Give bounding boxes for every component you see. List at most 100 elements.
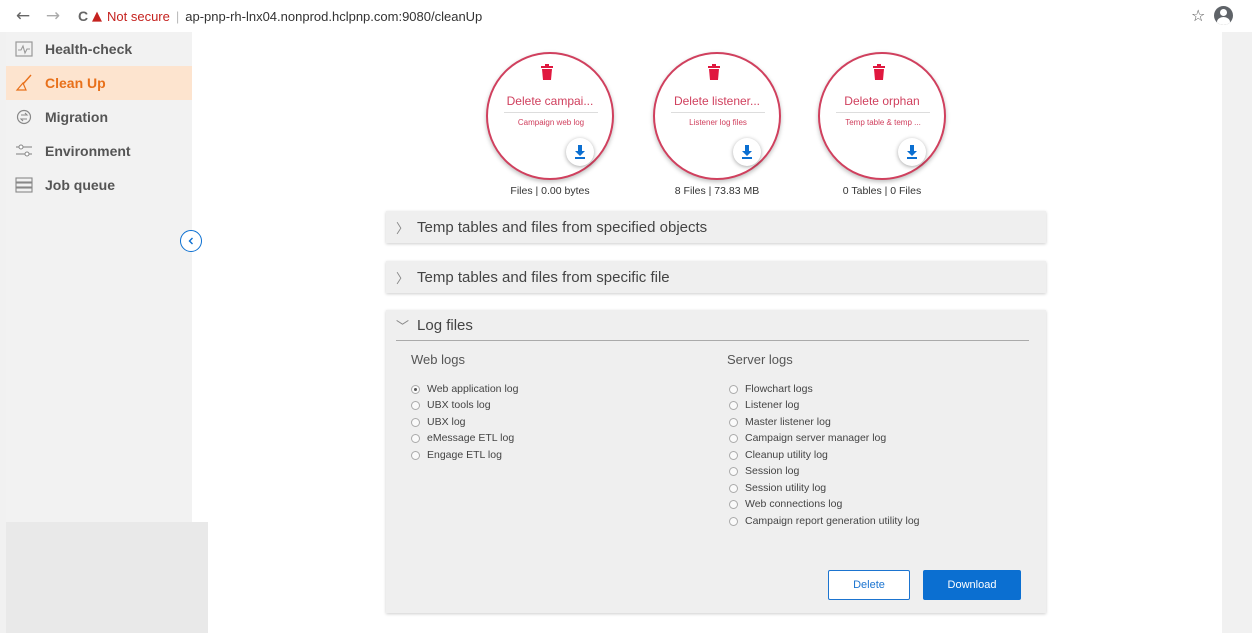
radio-indicator[interactable]: [411, 450, 420, 460]
not-secure-label[interactable]: Not secure: [107, 9, 170, 24]
card-subtitle: Campaign web log: [517, 118, 585, 127]
download-button[interactable]: [898, 138, 926, 166]
accordion-log-files[interactable]: ﹀ Log files: [396, 316, 473, 335]
radio-indicator[interactable]: [729, 384, 738, 394]
radio-master-listener-log[interactable]: Master listener log: [729, 416, 831, 428]
broom-icon: [14, 74, 34, 92]
sidebar-item-environment[interactable]: Environment: [6, 134, 192, 168]
radio-label: Web connections log: [745, 498, 843, 510]
forward-button[interactable]: →: [42, 6, 64, 26]
radio-indicator[interactable]: [729, 450, 738, 460]
radio-label: Engage ETL log: [427, 449, 502, 461]
radio-emessage-etl-log[interactable]: eMessage ETL log: [411, 432, 514, 444]
sidebar-item-health-check[interactable]: Health-check: [6, 32, 192, 66]
radio-indicator[interactable]: [411, 400, 420, 410]
radio-indicator[interactable]: [411, 433, 420, 443]
download-button[interactable]: [733, 138, 761, 166]
back-button[interactable]: ←: [12, 6, 34, 26]
download-logs-button[interactable]: Download: [923, 570, 1021, 600]
cleanup-card-campaign[interactable]: Delete campai... Campaign web log: [486, 52, 614, 180]
sidebar-footer-area: [6, 522, 208, 633]
sidebar-item-migration[interactable]: Migration: [6, 100, 192, 134]
radio-campaign-report-generation-utility-log[interactable]: Campaign report generation utility log: [729, 515, 920, 527]
server-logs-title: Server logs: [727, 352, 793, 367]
accordion-title: Temp tables and files from specified obj…: [417, 218, 708, 236]
radio-session-utility-log[interactable]: Session utility log: [729, 482, 826, 494]
card-subtitle: Temp table & temp ...: [845, 118, 921, 127]
card-caption: Files | 0.00 bytes: [510, 185, 590, 197]
cleanup-card-listener[interactable]: Delete listener... Listener log files: [653, 52, 781, 180]
radio-label: eMessage ETL log: [427, 432, 515, 444]
bookmark-star-icon[interactable]: ☆: [1191, 6, 1205, 25]
url-text[interactable]: ap-pnp-rh-lnx04.nonprod.hclpnp.com:9080/…: [185, 9, 482, 24]
section-divider: [396, 340, 1029, 341]
radio-label: Campaign server manager log: [745, 432, 887, 444]
collapse-sidebar-button[interactable]: [180, 230, 202, 252]
radio-web-application-log[interactable]: Web application log: [411, 383, 518, 395]
accordion-specific-file[interactable]: 〉 Temp tables and files from specific fi…: [386, 261, 1046, 293]
sidebar: Health-check Clean Up Migration Environm…: [6, 32, 192, 522]
radio-listener-log[interactable]: Listener log: [729, 399, 799, 411]
delete-button[interactable]: Delete: [828, 570, 910, 600]
account-icon[interactable]: [1214, 6, 1233, 25]
radio-indicator[interactable]: [729, 400, 738, 410]
chevron-right-icon: 〉: [396, 221, 410, 237]
download-icon: [907, 145, 917, 159]
sidebar-item-label: Environment: [45, 143, 131, 159]
radio-indicator[interactable]: [729, 516, 738, 526]
trash-icon: [873, 64, 885, 80]
download-icon: [575, 145, 585, 159]
radio-cleanup-utility-log[interactable]: Cleanup utility log: [729, 449, 828, 461]
radio-label: Session utility log: [745, 482, 827, 494]
accordion-title: Log files: [417, 317, 473, 334]
download-icon: [742, 145, 752, 159]
radio-indicator[interactable]: [729, 483, 738, 493]
radio-indicator[interactable]: [729, 499, 738, 509]
card-caption: 8 Files | 73.83 MB: [674, 185, 760, 197]
warning-icon: ▲: [92, 8, 102, 24]
sidebar-item-clean-up[interactable]: Clean Up: [6, 66, 192, 100]
radio-flowchart-logs[interactable]: Flowchart logs: [729, 383, 813, 395]
radio-engage-etl-log[interactable]: Engage ETL log: [411, 449, 502, 461]
chevron-left-icon: [188, 237, 193, 245]
radio-session-log[interactable]: Session log: [729, 465, 799, 477]
download-button[interactable]: [566, 138, 594, 166]
radio-web-connections-log[interactable]: Web connections log: [729, 498, 842, 510]
radio-campaign-server-manager-log[interactable]: Campaign server manager log: [729, 432, 886, 444]
queue-icon: [14, 176, 34, 194]
web-logs-title: Web logs: [411, 352, 465, 367]
radio-indicator[interactable]: [411, 417, 420, 427]
radio-ubx-tools-log[interactable]: UBX tools log: [411, 399, 491, 411]
radio-ubx-log[interactable]: UBX log: [411, 416, 466, 428]
log-files-panel: ﹀ Log files Web logs Server logs Web app…: [386, 310, 1046, 613]
radio-indicator[interactable]: [729, 417, 738, 427]
radio-label: Web application log: [427, 383, 519, 395]
radio-indicator[interactable]: [411, 384, 420, 394]
reload-button[interactable]: C: [72, 8, 94, 24]
radio-label: Cleanup utility log: [745, 449, 828, 461]
sidebar-item-label: Job queue: [45, 177, 116, 193]
main-content: Delete campai... Campaign web log Files …: [208, 32, 1222, 633]
address-separator: |: [175, 8, 180, 24]
radio-label: UBX log: [427, 416, 466, 428]
card-divider: [504, 112, 598, 113]
card-divider: [671, 112, 765, 113]
accordion-specified-objects[interactable]: 〉 Temp tables and files from specified o…: [386, 211, 1046, 243]
scrollbar-track[interactable]: [1222, 32, 1252, 633]
sidebar-edge: [192, 32, 208, 522]
radio-indicator[interactable]: [729, 466, 738, 476]
cleanup-card-orphan[interactable]: Delete orphan Temp table & temp ...: [818, 52, 946, 180]
card-subtitle: Listener log files: [689, 118, 747, 127]
radio-label: Master listener log: [745, 416, 831, 428]
radio-label: Session log: [745, 465, 800, 477]
sliders-icon: [14, 142, 34, 160]
radio-indicator[interactable]: [729, 433, 738, 443]
sidebar-item-job-queue[interactable]: Job queue: [6, 168, 192, 202]
migration-icon: [14, 108, 34, 126]
trash-icon: [541, 64, 553, 80]
address-bar[interactable]: ▲ Not secure | ap-pnp-rh-lnx04.nonprod.h…: [92, 5, 482, 27]
sidebar-item-label: Health-check: [45, 41, 133, 57]
heartbeat-icon: [14, 40, 34, 58]
radio-label: Listener log: [745, 399, 800, 411]
card-title: Delete orphan: [844, 94, 920, 108]
